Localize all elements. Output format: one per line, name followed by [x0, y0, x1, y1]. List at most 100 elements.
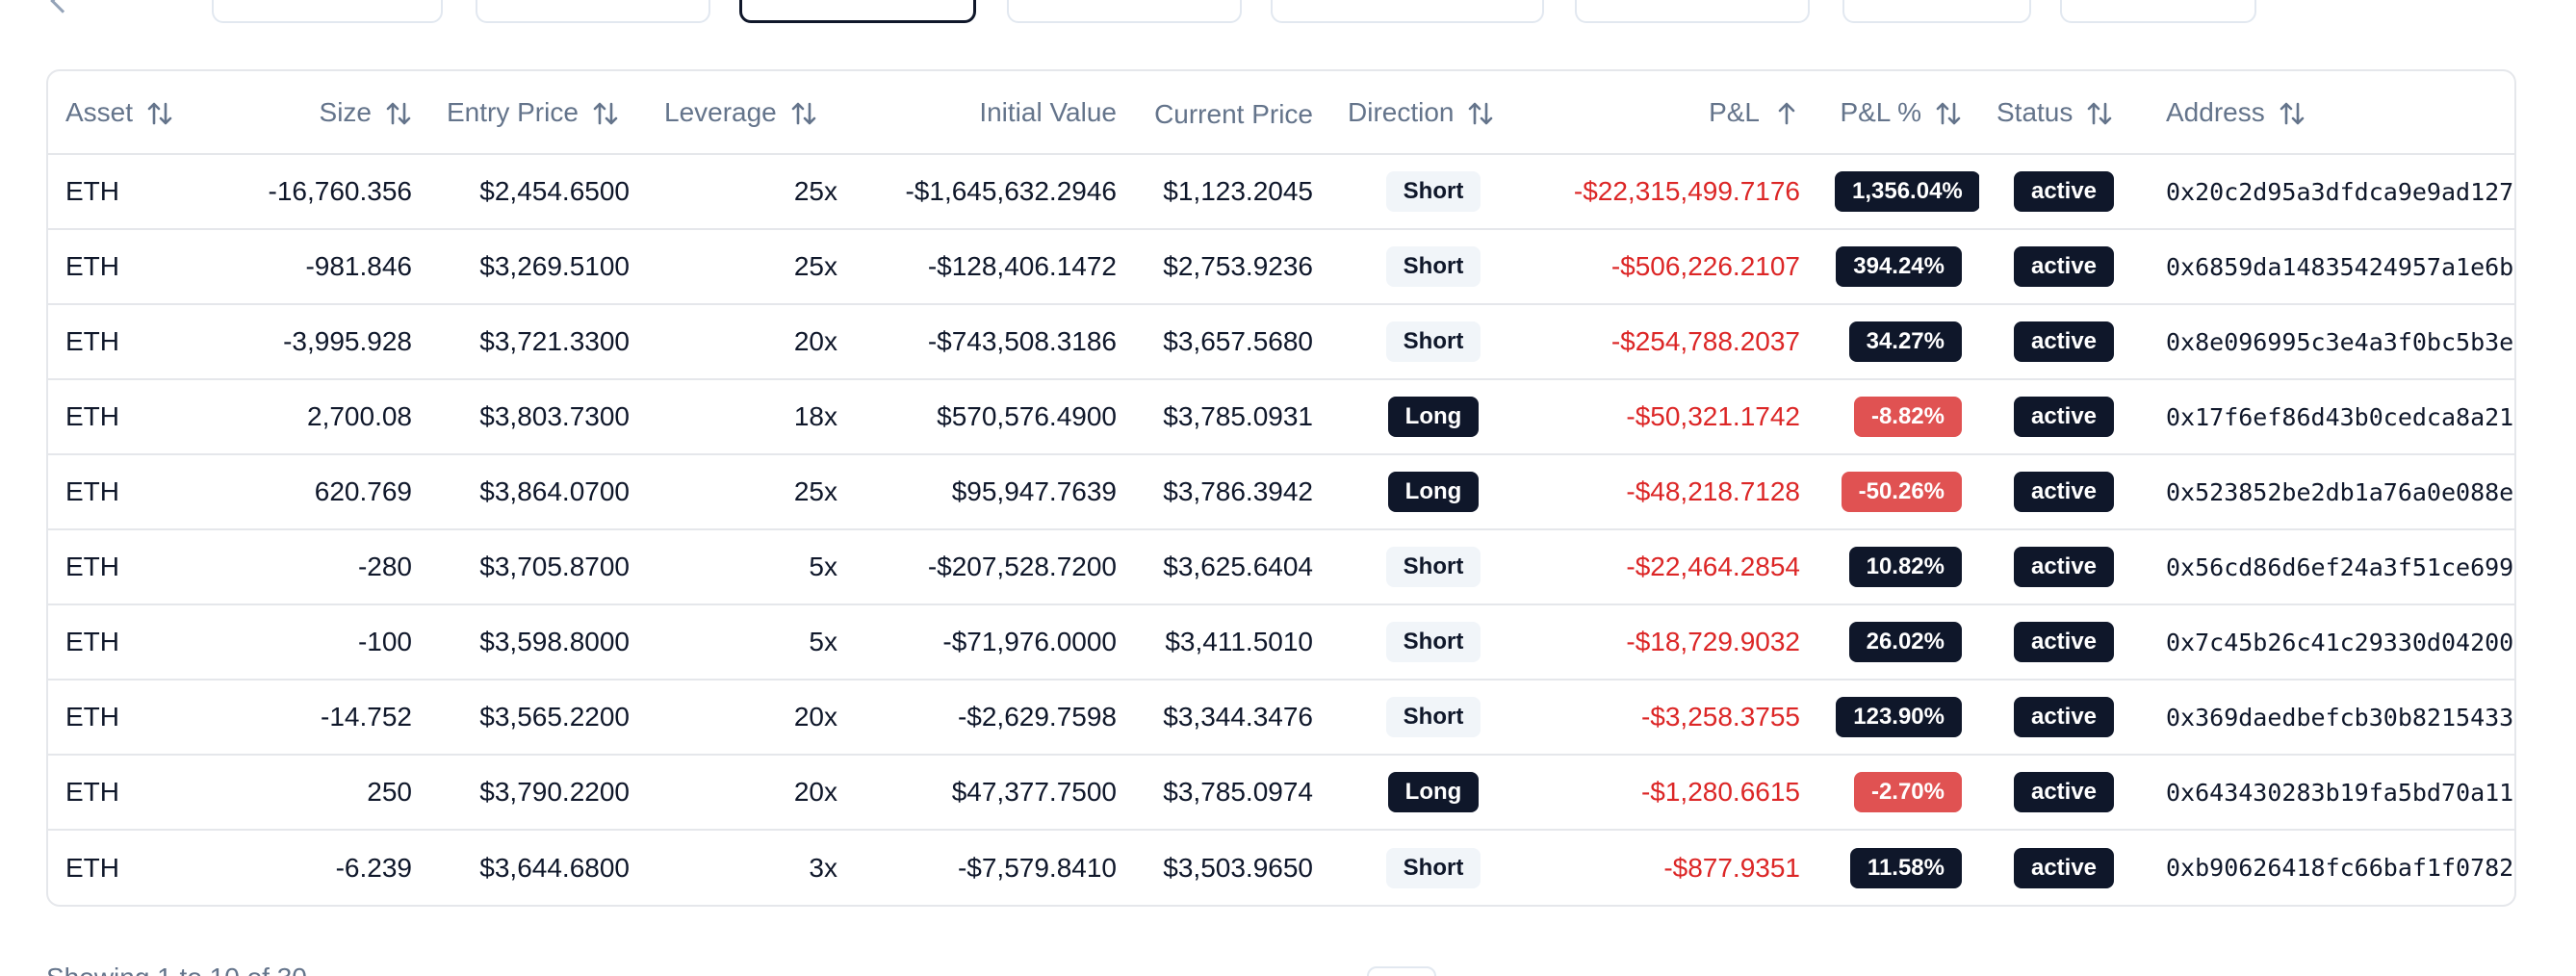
cell-initial-value: $47,377.7500 — [855, 755, 1134, 831]
filter-button-1[interactable] — [212, 0, 443, 23]
filter-button-4[interactable] — [1007, 0, 1242, 23]
column-header-size[interactable]: Size — [183, 71, 429, 155]
cell-leverage: 25x — [647, 229, 855, 305]
sort-ascending-icon[interactable] — [1773, 100, 1800, 127]
cell-direction: Long — [1330, 755, 1536, 831]
status-badge: active — [2013, 697, 2115, 737]
cell-status: active — [1979, 680, 2149, 756]
cell-asset: ETH — [48, 529, 183, 605]
table-row[interactable]: ETH -100 $3,598.8000 5x -$71,976.0000 $3,411.… — [48, 604, 2514, 681]
column-header-leverage[interactable]: Leverage — [647, 71, 855, 155]
pagination-button[interactable] — [1367, 966, 1436, 976]
cell-current-price: $1,123.2045 — [1134, 154, 1330, 230]
pnl-percent-badge: 26.02% — [1848, 622, 1962, 662]
cell-asset: ETH — [48, 755, 183, 831]
sort-icon[interactable] — [146, 100, 173, 127]
sort-icon[interactable] — [592, 100, 619, 127]
cell-address[interactable]: 0x56cd86d6ef24a3f51ce6992b7f1db — [2149, 529, 2514, 605]
filter-button-6[interactable] — [1575, 0, 1810, 23]
cell-direction: Short — [1330, 680, 1536, 756]
direction-badge: Long — [1387, 772, 1480, 812]
cell-leverage: 20x — [647, 755, 855, 831]
cell-current-price: $3,657.5680 — [1134, 304, 1330, 380]
cell-address[interactable]: 0xb90626418fc66baf1f078257cca8 — [2149, 830, 2514, 905]
column-header-entry-price[interactable]: Entry Price — [429, 71, 647, 155]
column-header-direction[interactable]: Direction — [1330, 71, 1536, 155]
cell-status: active — [1979, 379, 2149, 455]
column-header-pnl-percent[interactable]: P&L % — [1817, 71, 1979, 155]
cell-pnl-percent: 1,356.04% — [1817, 154, 1979, 230]
filter-button-active[interactable] — [739, 0, 976, 23]
table-row[interactable]: ETH 250 $3,790.2200 20x $47,377.7500 $3,785.0… — [48, 755, 2514, 831]
direction-badge: Short — [1385, 321, 1481, 362]
cell-pnl-percent: 123.90% — [1817, 680, 1979, 756]
cell-entry-price: $3,598.8000 — [429, 604, 647, 681]
column-header-pnl[interactable]: P&L — [1536, 71, 1817, 155]
cell-status: active — [1979, 454, 2149, 530]
filter-toolbar — [0, 0, 2576, 25]
cell-entry-price: $3,705.8700 — [429, 529, 647, 605]
column-header-asset[interactable]: Asset — [48, 71, 183, 155]
column-header-current-price[interactable]: Current Price — [1134, 71, 1330, 155]
cell-initial-value: -$128,406.1472 — [855, 229, 1134, 305]
cell-asset: ETH — [48, 379, 183, 455]
cell-pnl: -$18,729.9032 — [1536, 604, 1817, 681]
direction-badge: Short — [1385, 847, 1481, 888]
sort-icon[interactable] — [2086, 100, 2113, 127]
table-row[interactable]: ETH -3,995.928 $3,721.3300 20x -$743,508.318… — [48, 304, 2514, 380]
cell-pnl: -$3,258.3755 — [1536, 680, 1817, 756]
cell-pnl-percent: -2.70% — [1817, 755, 1979, 831]
status-badge: active — [2013, 772, 2115, 812]
sort-icon[interactable] — [1935, 100, 1962, 127]
table-row[interactable]: ETH 620.769 $3,864.0700 25x $95,947.7639 $3,7… — [48, 454, 2514, 530]
cell-address[interactable]: 0x643430283b19fa5bd70a1138b495 — [2149, 755, 2514, 831]
cell-leverage: 18x — [647, 379, 855, 455]
column-header-address[interactable]: Address — [2149, 71, 2514, 155]
filter-button-2[interactable] — [476, 0, 710, 23]
cell-address[interactable]: 0x7c45b26c41c29330d042003cb312e — [2149, 604, 2514, 681]
column-header-initial-value[interactable]: Initial Value — [855, 71, 1134, 155]
table-row[interactable]: ETH 2,700.08 $3,803.7300 18x $570,576.4900 $3… — [48, 379, 2514, 455]
filter-button-8[interactable] — [2060, 0, 2256, 23]
table-row[interactable]: ETH -14.752 $3,565.2200 20x -$2,629.7598 $3,3… — [48, 680, 2514, 756]
cell-status: active — [1979, 229, 2149, 305]
cell-address[interactable]: 0x20c2d95a3dfdca9e9ad12794d5fa — [2149, 154, 2514, 230]
cell-asset: ETH — [48, 229, 183, 305]
cell-address[interactable]: 0x523852be2db1a76a0e088ecbff32e — [2149, 454, 2514, 530]
chevron-left-icon[interactable] — [50, 0, 75, 13]
cell-entry-price: $2,454.6500 — [429, 154, 647, 230]
cell-direction: Short — [1330, 154, 1536, 230]
sort-icon[interactable] — [2279, 100, 2306, 127]
sort-icon[interactable] — [385, 100, 412, 127]
cell-size: -6.239 — [335, 852, 412, 883]
cell-initial-value: $95,947.7639 — [855, 454, 1134, 530]
cell-pnl-percent: 34.27% — [1817, 304, 1979, 380]
cell-address[interactable]: 0x17f6ef86d43b0cedca8a214fa36a0 — [2149, 379, 2514, 455]
cell-status: active — [1979, 604, 2149, 681]
cell-size: -16,760.356 — [183, 154, 429, 230]
cell-address[interactable]: 0x6859da14835424957a1e6b397d802 — [2149, 229, 2514, 305]
sort-icon[interactable] — [790, 100, 817, 127]
table-row[interactable]: ETH -6.239 $3,644.6800 3x -$7,579.8410 $3,503… — [48, 830, 2514, 905]
cell-pnl-percent: -50.26% — [1817, 454, 1979, 530]
direction-badge: Short — [1385, 622, 1481, 662]
pnl-percent-badge: 1,356.04% — [1835, 171, 1979, 212]
sort-icon[interactable] — [1467, 100, 1494, 127]
cell-address[interactable]: 0x8e096995c3e4a3f0bc5b3ea1cba94 — [2149, 304, 2514, 380]
cell-pnl: -$22,315,499.7176 — [1536, 154, 1817, 230]
column-header-status[interactable]: Status — [1979, 71, 2149, 155]
cell-size: 2,700.08 — [183, 379, 429, 455]
cell-status: active — [1979, 755, 2149, 831]
cell-direction: Short — [1330, 604, 1536, 681]
table-row[interactable]: ETH -16,760.356 $2,454.6500 25x -$1,645,632.… — [48, 154, 2514, 230]
pnl-percent-badge: 11.58% — [1849, 847, 1962, 888]
cell-leverage: 5x — [647, 604, 855, 681]
table-row[interactable]: ETH -280 $3,705.8700 5x -$207,528.7200 $3,625… — [48, 529, 2514, 605]
cell-pnl: -$877.9351 — [1663, 852, 1800, 883]
filter-button-7[interactable] — [1842, 0, 2031, 23]
status-badge: active — [2013, 246, 2115, 287]
cell-address[interactable]: 0x369daedbefcb30b82154338c8fd6 — [2149, 680, 2514, 756]
filter-button-5[interactable] — [1271, 0, 1544, 23]
pnl-percent-badge: -50.26% — [1841, 472, 1962, 512]
table-row[interactable]: ETH -981.846 $3,269.5100 25x -$128,406.1472 $… — [48, 229, 2514, 305]
